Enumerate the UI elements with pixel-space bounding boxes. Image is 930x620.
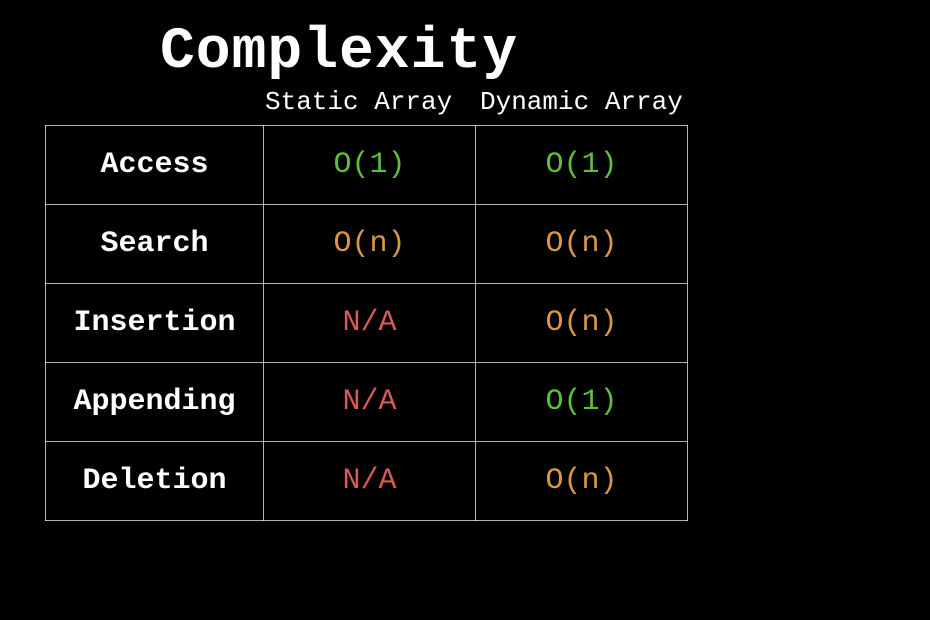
row-label-appending: Appending [46, 363, 264, 442]
cell-appending-static: N/A [264, 363, 476, 442]
page-title: Complexity [160, 20, 890, 85]
row-label-deletion: Deletion [46, 442, 264, 521]
row-label-search: Search [46, 205, 264, 284]
cell-insertion-dynamic: O(n) [476, 284, 688, 363]
row-label-access: Access [46, 126, 264, 205]
cell-appending-dynamic: O(1) [476, 363, 688, 442]
header-dynamic-array: Dynamic Array [480, 87, 700, 117]
complexity-table: Access O(1) O(1) Search O(n) O(n) Insert… [45, 125, 688, 521]
cell-deletion-static: N/A [264, 442, 476, 521]
header-static-array: Static Array [265, 87, 480, 117]
cell-deletion-dynamic: O(n) [476, 442, 688, 521]
table-row: Access O(1) O(1) [46, 126, 688, 205]
cell-access-static: O(1) [264, 126, 476, 205]
table-row: Appending N/A O(1) [46, 363, 688, 442]
cell-search-static: O(n) [264, 205, 476, 284]
column-headers: Static Array Dynamic Array [265, 87, 890, 117]
cell-search-dynamic: O(n) [476, 205, 688, 284]
row-label-insertion: Insertion [46, 284, 264, 363]
table-row: Deletion N/A O(n) [46, 442, 688, 521]
table-row: Search O(n) O(n) [46, 205, 688, 284]
cell-insertion-static: N/A [264, 284, 476, 363]
table-row: Insertion N/A O(n) [46, 284, 688, 363]
cell-access-dynamic: O(1) [476, 126, 688, 205]
